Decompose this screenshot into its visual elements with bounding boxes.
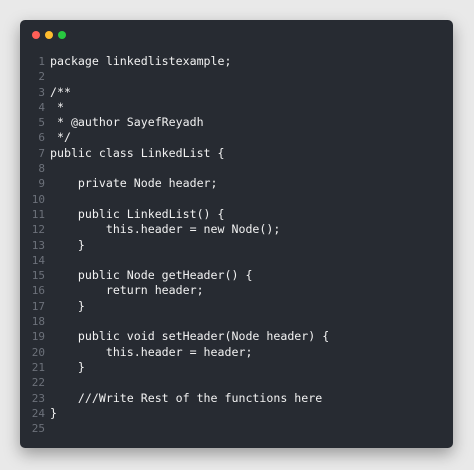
- code-text: public void setHeader(Node header) {: [50, 329, 330, 344]
- code-text: private Node header;: [50, 176, 218, 191]
- code-text: public LinkedList() {: [50, 206, 225, 221]
- code-line: 23 ///Write Rest of the functions here: [20, 391, 453, 406]
- line-number: 22: [31, 376, 45, 390]
- minimize-button[interactable]: [45, 31, 53, 39]
- code-line: 6 */: [20, 130, 453, 145]
- window-titlebar: [20, 20, 453, 48]
- line-number: 2: [38, 70, 45, 84]
- line-number: 17: [31, 299, 45, 313]
- code-line: 13 }: [20, 238, 453, 253]
- line-number: 16: [31, 284, 45, 298]
- code-line: 22: [20, 375, 453, 390]
- code-editor[interactable]: 1 package linkedlistexample; 2 3/** 4 * 5 * @…: [20, 54, 453, 436]
- code-text: }: [50, 237, 85, 252]
- code-text: /**: [50, 84, 71, 99]
- line-number: 4: [38, 100, 45, 114]
- code-text: }: [50, 359, 85, 374]
- line-number: 7: [38, 146, 45, 160]
- code-line: 17 }: [20, 299, 453, 314]
- code-text: public Node getHeader() {: [50, 268, 253, 283]
- code-line: 1 package linkedlistexample;: [20, 54, 453, 69]
- code-text: ///Write Rest of the functions here: [50, 390, 323, 405]
- code-text: public class LinkedList {: [50, 145, 225, 160]
- code-text: this.header = new Node();: [50, 222, 281, 237]
- code-line: 15 public Node getHeader() {: [20, 268, 453, 283]
- line-number: 13: [31, 238, 45, 252]
- code-text: return header;: [50, 283, 204, 298]
- code-window: 1 package linkedlistexample; 2 3/** 4 * 5 * @…: [20, 20, 453, 448]
- code-text: */: [50, 130, 71, 145]
- code-text: * @author SayefReyadh: [50, 115, 204, 130]
- code-line: 21 }: [20, 360, 453, 375]
- line-number: 11: [31, 207, 45, 221]
- code-text: *: [50, 99, 64, 114]
- line-number: 1: [38, 55, 45, 68]
- code-line: 8: [20, 161, 453, 176]
- line-number: 14: [31, 253, 45, 267]
- line-number: 5: [38, 116, 45, 130]
- code-line: 3 /**: [20, 85, 453, 100]
- line-number: 15: [31, 269, 45, 283]
- code-line: 2: [20, 69, 453, 84]
- code-line: 4 *: [20, 100, 453, 115]
- line-number: 19: [31, 330, 45, 344]
- code-line: 16 return header;: [20, 283, 453, 298]
- line-number: 20: [31, 345, 45, 359]
- code-text: package linkedlistexample;: [50, 54, 232, 68]
- code-text: this.header = header;: [50, 344, 253, 359]
- code-line: 11 public LinkedList() {: [20, 207, 453, 222]
- maximize-button[interactable]: [58, 31, 66, 39]
- code-line: 12 this.header = new Node();: [20, 222, 453, 237]
- code-line: 5 * @author SayefReyadh: [20, 115, 453, 130]
- code-line: 14: [20, 253, 453, 268]
- line-number: 21: [31, 360, 45, 374]
- close-button[interactable]: [32, 31, 40, 39]
- line-number: 10: [31, 192, 45, 206]
- line-number: 24: [31, 406, 45, 420]
- code-line: 7 public class LinkedList {: [20, 146, 453, 161]
- code-line: 18: [20, 314, 453, 329]
- line-number: 18: [31, 315, 45, 329]
- line-number: 6: [38, 131, 45, 145]
- code-text: }: [50, 298, 85, 313]
- line-number: 8: [38, 162, 45, 176]
- line-number: 23: [31, 391, 45, 405]
- line-number: 25: [31, 422, 45, 436]
- code-text: }: [50, 405, 57, 420]
- code-line: 19 public void setHeader(Node header) {: [20, 329, 453, 344]
- line-number: 3: [38, 85, 45, 99]
- code-line: 25: [20, 421, 453, 436]
- code-line: 10: [20, 192, 453, 207]
- code-line: 20 this.header = header;: [20, 345, 453, 360]
- line-number: 9: [38, 177, 45, 191]
- line-number: 12: [31, 223, 45, 237]
- code-line: 9 private Node header;: [20, 176, 453, 191]
- code-line: 24}: [20, 406, 453, 421]
